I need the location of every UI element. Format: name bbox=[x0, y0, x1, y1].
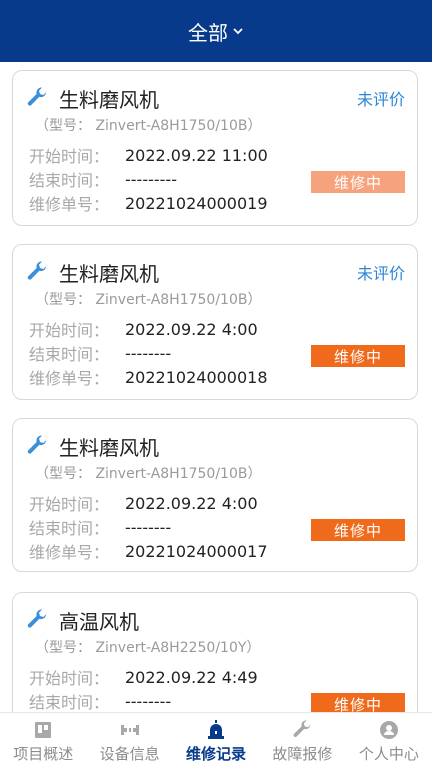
end-time-label: 结束时间： bbox=[29, 519, 110, 538]
filter-dropdown[interactable]: 全部 bbox=[188, 17, 244, 46]
model-text: （型号： Zinvert-A8H2250/10Y） bbox=[35, 640, 261, 656]
equipment-name: 生料磨风机 bbox=[59, 87, 159, 112]
tab-device-info[interactable]: 设备信息 bbox=[86, 713, 172, 768]
tab-label: 维修记录 bbox=[186, 745, 247, 763]
bottom-tab-bar: 项目概述 设备信息 维修记录 故障报修 个人中心 bbox=[0, 712, 432, 768]
device-icon bbox=[120, 725, 139, 735]
record-card[interactable]: 高温风机 （型号： Zinvert-A8H2250/10Y） 开始时间： 2022… bbox=[12, 592, 418, 712]
start-time-value: 2022.09.22 4:00 bbox=[125, 319, 258, 339]
wrench-icon bbox=[27, 87, 47, 106]
tab-label: 个人中心 bbox=[358, 745, 419, 763]
tab-personal-center[interactable]: 个人中心 bbox=[346, 713, 432, 768]
end-time-value: -------- bbox=[125, 517, 172, 537]
filter-label: 全部 bbox=[188, 20, 228, 45]
equipment-name: 生料磨风机 bbox=[59, 261, 159, 286]
end-time-label: 结束时间： bbox=[29, 171, 110, 190]
card-header: 生料磨风机 未评价 bbox=[25, 257, 405, 287]
rating-link[interactable]: 未评价 bbox=[357, 86, 405, 110]
status-badge: 维修中 bbox=[311, 345, 405, 367]
wrench-icon bbox=[27, 435, 47, 454]
tab-project-overview[interactable]: 项目概述 bbox=[0, 713, 86, 768]
order-no-label: 维修单号： bbox=[29, 543, 110, 562]
tab-label: 项目概述 bbox=[13, 745, 74, 763]
start-time-label: 开始时间： bbox=[29, 669, 110, 688]
order-no-value: 20221024000018 bbox=[125, 367, 268, 387]
wrench-icon bbox=[27, 609, 47, 628]
order-no-value: 20221024000019 bbox=[125, 193, 268, 213]
start-time-label: 开始时间： bbox=[29, 321, 110, 340]
end-time-label: 结束时间： bbox=[29, 693, 110, 712]
rating-link[interactable]: 未评价 bbox=[357, 260, 405, 284]
card-header: 生料磨风机 未评价 bbox=[25, 83, 405, 113]
tab-label: 故障报修 bbox=[272, 745, 333, 763]
end-time-value: --------- bbox=[125, 169, 177, 189]
card-header: 生料磨风机 bbox=[25, 431, 405, 461]
end-time-value: -------- bbox=[125, 691, 172, 711]
wrench-icon bbox=[293, 720, 312, 737]
record-card[interactable]: 生料磨风机 （型号： Zinvert-A8H1750/10B） 开始时间： 202… bbox=[12, 418, 418, 572]
start-time-value: 2022.09.22 4:49 bbox=[125, 667, 258, 687]
user-icon bbox=[379, 721, 398, 739]
record-card[interactable]: 生料磨风机 未评价 （型号： Zinvert-A8H1750/10B） 开始时间… bbox=[12, 244, 418, 400]
chevron-down-icon bbox=[233, 28, 243, 35]
record-card[interactable]: 生料磨风机 未评价 （型号： Zinvert-A8H1750/10B） 开始时间… bbox=[12, 70, 418, 226]
end-time-label: 结束时间： bbox=[29, 345, 110, 364]
start-time-label: 开始时间： bbox=[29, 147, 110, 166]
order-no-label: 维修单号： bbox=[29, 369, 110, 388]
app: 全部 生料磨风机 未评价 （型号： Zinvert-A8H1750/10B） 开… bbox=[0, 0, 432, 768]
tab-label: 设备信息 bbox=[99, 745, 160, 763]
equipment-name: 高温风机 bbox=[59, 609, 139, 634]
end-time-value: -------- bbox=[125, 343, 172, 363]
top-bar: 全部 bbox=[0, 0, 432, 62]
start-time-value: 2022.09.22 4:00 bbox=[125, 493, 258, 513]
order-no-label: 维修单号： bbox=[29, 195, 110, 214]
status-badge: 维修中 bbox=[311, 519, 405, 541]
model-text: （型号： Zinvert-A8H1750/10B） bbox=[35, 292, 262, 308]
model-text: （型号： Zinvert-A8H1750/10B） bbox=[35, 118, 262, 134]
start-time-value: 2022.09.22 11:00 bbox=[125, 145, 268, 165]
tab-fault-report[interactable]: 故障报修 bbox=[259, 713, 345, 768]
record-list[interactable]: 生料磨风机 未评价 （型号： Zinvert-A8H1750/10B） 开始时间… bbox=[0, 62, 432, 712]
tab-repair-records[interactable]: 维修记录 bbox=[173, 713, 259, 768]
order-no-value: 20221024000017 bbox=[125, 541, 268, 561]
alarm-icon bbox=[208, 720, 225, 739]
project-icon bbox=[35, 722, 52, 738]
start-time-label: 开始时间： bbox=[29, 495, 110, 514]
wrench-icon bbox=[27, 261, 47, 280]
status-badge: 维修中 bbox=[311, 171, 405, 193]
equipment-name: 生料磨风机 bbox=[59, 435, 159, 460]
model-text: （型号： Zinvert-A8H1750/10B） bbox=[35, 466, 262, 482]
card-header: 高温风机 bbox=[25, 605, 405, 635]
status-badge: 维修中 bbox=[311, 693, 405, 712]
